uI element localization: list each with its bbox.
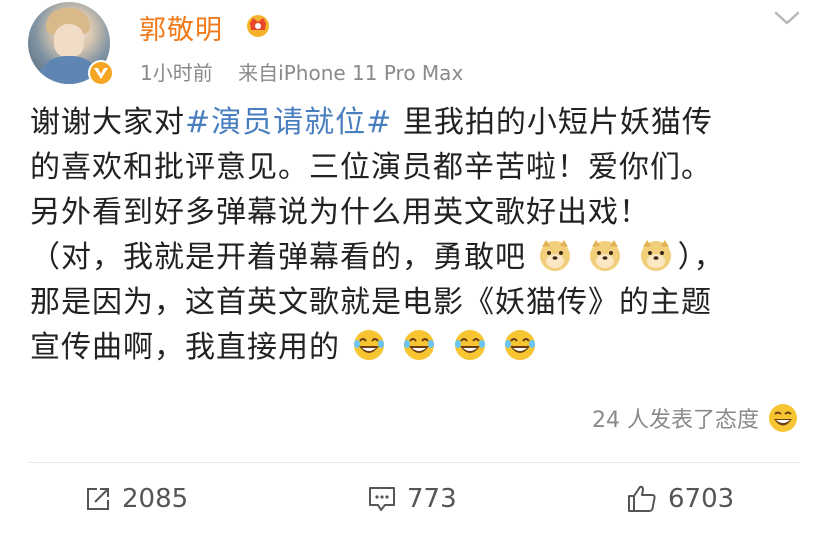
repost-button[interactable]: 2085	[84, 474, 188, 524]
post-text: 谢谢大家对#演员请就位# 里我拍的小短片妖猫传 的喜欢和批评意见。三位演员都辛苦…	[30, 100, 800, 370]
comment-button[interactable]: 773	[367, 474, 457, 524]
laugh-cry-emoji-icon	[353, 330, 384, 360]
repost-count: 2085	[122, 484, 189, 514]
post-line: 那是因为，这首英文歌就是电影《妖猫传》的主题	[30, 285, 712, 320]
post-line: （对，我就是开着弹幕看的，勇敢吧 ），	[30, 235, 800, 280]
post-line: 另外看到好多弹幕说为什么用英文歌好出戏！	[30, 195, 650, 230]
post-source: 来自iPhone 11 Pro Max	[238, 61, 464, 85]
like-button[interactable]: 6703	[626, 474, 734, 524]
grin-emoji-icon	[769, 404, 797, 432]
laugh-cry-emoji-icon	[505, 330, 536, 360]
reaction-summary[interactable]: 24 人发表了态度	[592, 402, 799, 434]
thumbs-up-icon	[628, 485, 656, 512]
repost-icon	[87, 488, 109, 510]
divider	[28, 462, 799, 463]
doge-emoji-icon	[590, 240, 621, 271]
hashtag-link[interactable]: #演员请就位#	[185, 105, 392, 140]
action-bar: 2085 773 6703	[0, 474, 817, 524]
doge-emoji-icon	[640, 240, 671, 271]
chevron-down-icon[interactable]	[773, 8, 801, 28]
doge-emoji-icon	[539, 240, 570, 271]
post-meta: 1小时前 来自iPhone 11 Pro Max	[140, 57, 463, 86]
reaction-count-text: 24 人发表了态度	[592, 408, 759, 433]
comment-icon	[369, 487, 395, 511]
post-line: 的喜欢和批评意见。三位演员都辛苦啦！爱你们。	[30, 150, 712, 185]
laugh-cry-emoji-icon	[454, 330, 485, 360]
post-line: 宣传曲啊，我直接用的	[30, 325, 800, 370]
verified-badge-icon	[88, 60, 114, 86]
post-timestamp: 1小时前	[140, 61, 213, 85]
comment-count: 773	[407, 484, 457, 514]
post-line: 谢谢大家对#演员请就位# 里我拍的小短片妖猫传	[30, 105, 713, 140]
laugh-cry-emoji-icon	[404, 330, 435, 360]
crown-icon	[247, 15, 269, 37]
username[interactable]: 郭敬明	[139, 8, 223, 47]
like-count: 6703	[668, 484, 735, 514]
